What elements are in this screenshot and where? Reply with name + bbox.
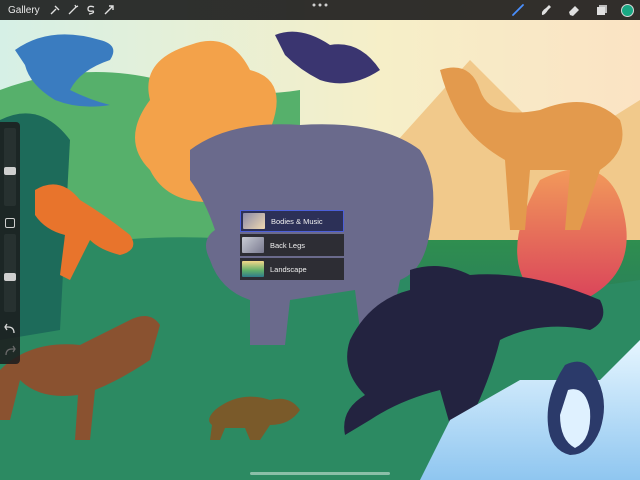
layers-panel: Bodies & Music Back Legs Landscape	[240, 210, 344, 282]
transform-button[interactable]	[100, 1, 118, 19]
transform-icon	[104, 5, 114, 15]
actions-button[interactable]	[46, 1, 64, 19]
layer-label: Back Legs	[270, 240, 306, 250]
home-indicator	[250, 472, 390, 475]
layer-row-back-legs[interactable]: Back Legs	[240, 234, 344, 256]
tool-group	[509, 0, 634, 20]
layer-thumbnail	[242, 237, 264, 253]
layers-button[interactable]	[593, 1, 611, 19]
smudge-button[interactable]	[537, 1, 555, 19]
brush-size-handle[interactable]	[4, 167, 16, 175]
undo-icon	[4, 323, 15, 334]
layer-label: Landscape	[270, 264, 307, 274]
gallery-button[interactable]: Gallery	[8, 5, 40, 16]
smudge-icon	[541, 5, 551, 15]
brush-size-slider[interactable]	[4, 128, 16, 206]
layer-thumbnail	[242, 261, 264, 277]
color-button[interactable]	[621, 3, 634, 17]
redo-button[interactable]	[3, 344, 17, 358]
brush-button[interactable]	[509, 1, 527, 19]
layer-row-landscape[interactable]: Landscape	[240, 258, 344, 280]
selection-button[interactable]	[82, 1, 100, 19]
brush-icon	[512, 4, 524, 16]
redo-icon	[5, 345, 16, 356]
opacity-handle[interactable]	[4, 273, 16, 281]
ellipsis-icon[interactable]	[310, 1, 330, 9]
layer-thumbnail	[243, 213, 265, 229]
modify-button[interactable]	[5, 218, 15, 228]
actions-icon	[50, 5, 60, 15]
left-sidebar	[0, 122, 20, 364]
selection-icon	[87, 5, 94, 15]
layers-icon	[597, 5, 607, 15]
eraser-icon	[569, 6, 579, 16]
adjustments-icon	[68, 4, 78, 15]
opacity-slider[interactable]	[4, 234, 16, 312]
adjustments-button[interactable]	[64, 1, 82, 19]
undo-button[interactable]	[3, 322, 17, 336]
layer-label: Bodies & Music	[271, 216, 323, 226]
top-toolbar: Gallery	[0, 0, 640, 20]
layer-row-bodies-music[interactable]: Bodies & Music	[240, 210, 344, 232]
eraser-button[interactable]	[565, 1, 583, 19]
